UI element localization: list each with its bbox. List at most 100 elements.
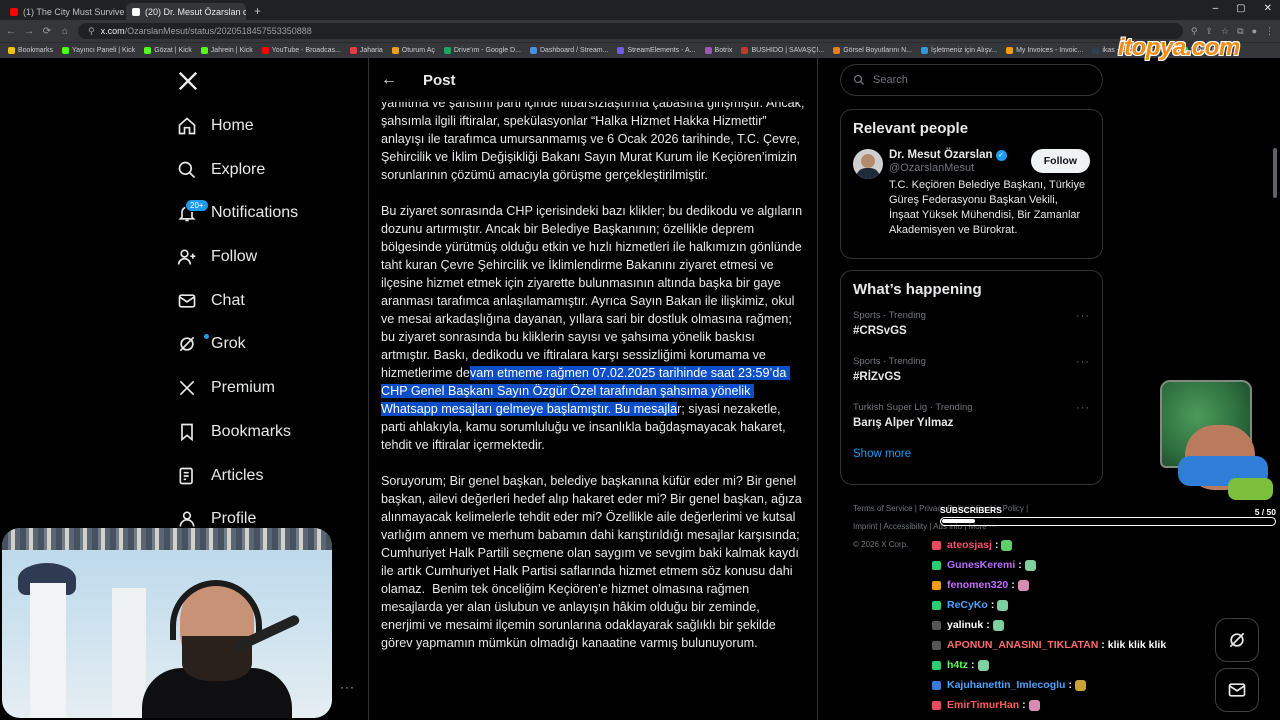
post-text: Bu ziyaret sonrasında CHP içerisindeki b…	[381, 204, 806, 380]
bookmark-item[interactable]: Jaharia	[349, 47, 383, 54]
home-icon[interactable]: ⌂	[60, 26, 70, 37]
chat-username[interactable]: GunesKeremi	[947, 559, 1015, 571]
menu-icon[interactable]: ⋮	[1265, 26, 1274, 37]
bookmark-item[interactable]: Görsel Boyutlarını N...	[833, 47, 912, 54]
chat-username[interactable]: fenomen320	[947, 579, 1008, 591]
follow-button[interactable]: Follow	[1030, 149, 1090, 173]
bell-icon: 20+	[177, 199, 209, 223]
chat-separator: :	[990, 599, 995, 611]
more-icon[interactable]: ···	[1076, 356, 1090, 368]
nav-item-articles[interactable]: Articles	[177, 462, 263, 490]
avatar[interactable]	[853, 149, 883, 179]
trend-item[interactable]: Turkish Super Lig · Trending Barış Alper…	[841, 402, 1102, 448]
trend-meta: Sports · Trending	[853, 356, 926, 367]
bookmark-item[interactable]: Bookmarks	[8, 47, 53, 54]
emote-icon	[992, 619, 1004, 631]
grok-button[interactable]	[1215, 618, 1259, 662]
bookmark-item[interactable]: Yayıncı Paneli | Kick	[62, 47, 135, 54]
chat-username[interactable]: Kajuhanettin_Imlecoglu	[947, 679, 1065, 691]
chat-username[interactable]: ReCyKo	[947, 599, 988, 611]
chat-username[interactable]: APONUN_ANASINI_TIKLATAN	[947, 639, 1098, 651]
chat-separator: :	[1101, 639, 1105, 651]
tab-title: (20) Dr. Mesut Özarslan on X	[145, 6, 246, 17]
profile-avatar-icon[interactable]: ●	[1252, 26, 1257, 36]
new-tab-button[interactable]: +	[248, 3, 267, 20]
nav-item-explore[interactable]: Explore	[177, 156, 265, 184]
chat-message: ReCyKo:	[932, 595, 1212, 615]
show-more-link[interactable]: Show more	[841, 448, 1102, 460]
chat-username[interactable]: yalinuk	[947, 619, 983, 631]
bookmark-item[interactable]: My Invoices - Invoic...	[1006, 47, 1083, 54]
maximize-icon[interactable]: ▢	[1236, 3, 1245, 14]
nav-item-premium[interactable]: Premium	[177, 374, 275, 402]
x-icon	[132, 7, 140, 16]
search-icon	[177, 160, 197, 180]
bookmark-favicon-icon	[833, 47, 841, 54]
nav-item-notifications[interactable]: 20+ Notifications	[177, 199, 298, 227]
articles-icon	[177, 466, 197, 486]
chat-username[interactable]: ateosjasj	[947, 539, 992, 551]
subscribers-progress-fill	[942, 519, 975, 523]
trend-item[interactable]: Sports · Trending #CRSvGS ···	[841, 310, 1102, 356]
url-field[interactable]: ⚲ x.com/OzarslanMesut/status/20205184575…	[78, 23, 1183, 39]
bookmark-item[interactable]: Gözat | Kick	[144, 47, 192, 54]
bookmark-item[interactable]: Botrix	[704, 47, 732, 54]
nav-item-grok[interactable]: Grok	[177, 330, 246, 358]
webcam-overlay	[2, 528, 332, 718]
minimize-icon[interactable]: –	[1213, 3, 1219, 14]
nav-item-follow[interactable]: Follow	[177, 243, 257, 271]
more-options-icon[interactable]: ···	[340, 680, 355, 694]
nav-item-home[interactable]: Home	[177, 112, 254, 140]
bookmark-item[interactable]: Dashboard / Stream...	[529, 47, 608, 54]
bookmark-item[interactable]: BUSHIDO | SAVAŞÇI...	[741, 47, 824, 54]
browser-tab-x[interactable]: (20) Dr. Mesut Özarslan on X ✕	[126, 3, 246, 20]
x-logo-icon[interactable]	[177, 70, 199, 92]
bookmark-item[interactable]: Oturum Aç	[391, 47, 435, 54]
relevant-person[interactable]: Dr. Mesut Özarslan ✓ @OzarslanMesut T.C. …	[841, 149, 1102, 248]
chat-separator: :	[1018, 559, 1022, 571]
messages-button[interactable]	[1215, 668, 1259, 712]
bookmark-favicon-icon	[921, 47, 929, 54]
chat-text: klik klik klik	[1107, 639, 1167, 651]
site-info-icon[interactable]: ⚲	[88, 26, 95, 37]
trend-name: #RİZvGS	[853, 371, 901, 383]
bookmark-item[interactable]: İşletmeniz için Alışv...	[921, 47, 997, 54]
bookmark-item[interactable]: StreamElements - A...	[617, 47, 696, 54]
url-path: /OzarslanMesut/status/202051845755335088…	[124, 26, 312, 36]
trend-meta: Sports · Trending	[853, 310, 926, 321]
youtube-icon	[10, 7, 18, 16]
back-arrow-icon[interactable]: ←	[381, 71, 415, 89]
grok-icon	[1229, 632, 1245, 648]
trend-item[interactable]: Sports · Trending #RİZvGS ···	[841, 356, 1102, 402]
search-input[interactable]: Search	[840, 64, 1103, 96]
bookmark-item[interactable]: Jahrein | Kick	[200, 47, 253, 54]
chat-username[interactable]: EmirTimurHan	[947, 699, 1019, 711]
bookmark-label: YouTube - Broadcas...	[271, 47, 341, 54]
bookmark-label: Jahrein | Kick	[210, 47, 253, 54]
bookmark-item[interactable]: Drive'ım - Google D...	[443, 47, 521, 54]
bookmarks-bar: Bookmarks Yayıncı Paneli | Kick Gözat | Ki…	[0, 42, 1280, 58]
subscribers-progress-bar	[940, 517, 1276, 526]
bookmark-favicon-icon	[529, 47, 537, 54]
more-icon[interactable]: ···	[1076, 310, 1090, 322]
bookmark-item[interactable]: YouTube - Broadcas...	[261, 47, 341, 54]
back-icon[interactable]: ←	[6, 26, 16, 37]
nav-label: Premium	[211, 379, 276, 396]
bookmark-label: Bookmarks	[18, 47, 54, 54]
chat-username[interactable]: h4tz	[947, 659, 968, 671]
chat-separator: :	[986, 619, 990, 631]
notification-badge: 20+	[185, 199, 209, 212]
reload-icon[interactable]: ⟳	[42, 26, 52, 37]
bookmark-favicon-icon	[1092, 47, 1100, 54]
browser-tab-youtube[interactable]: (1) The City Must Survive - You ✕	[4, 3, 124, 20]
scrollbar[interactable]	[1273, 148, 1277, 198]
emote-icon	[1024, 559, 1036, 571]
nav-item-bookmarks[interactable]: Bookmarks	[177, 418, 291, 446]
nav-item-chat[interactable]: Chat	[177, 287, 245, 315]
forward-icon[interactable]: →	[24, 26, 34, 37]
window-controls: – ▢ ✕	[1213, 3, 1272, 14]
bookmark-favicon-icon	[391, 47, 399, 54]
more-icon[interactable]: ···	[1076, 402, 1090, 414]
close-window-icon[interactable]: ✕	[1264, 3, 1272, 14]
user-badge-icon	[932, 580, 941, 590]
